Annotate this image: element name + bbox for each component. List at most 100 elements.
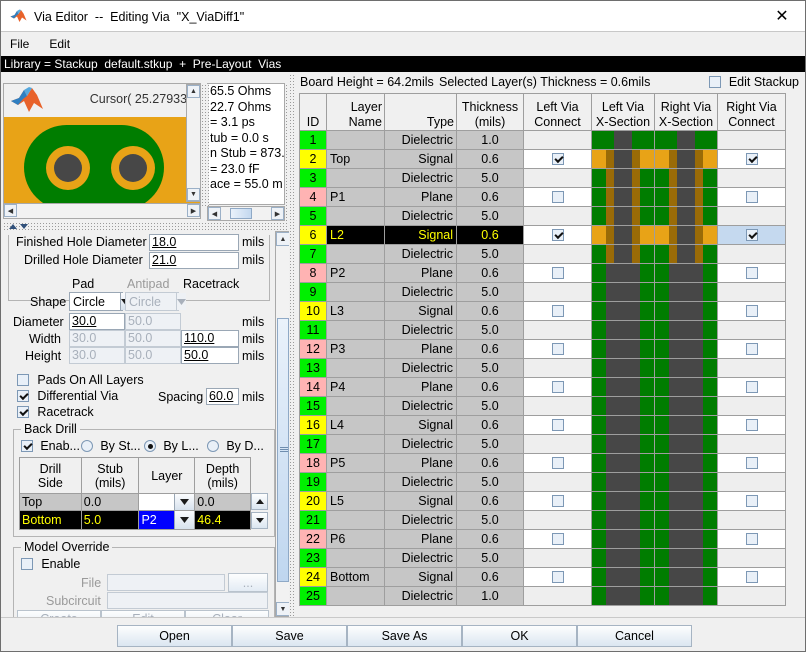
row-right-via-connect[interactable] [717, 244, 786, 264]
row-thickness[interactable]: 5.0 [456, 320, 524, 340]
row-thickness[interactable]: 5.0 [456, 434, 524, 454]
left-pane-split-handle[interactable] [3, 222, 291, 231]
row-left-via-connect[interactable] [523, 548, 592, 568]
racetrack-checkbox[interactable] [17, 406, 29, 418]
stackup-row[interactable]: 1 Dielectric 1.0 [299, 130, 786, 150]
drilled-hole-value[interactable]: 21.0 [152, 253, 176, 267]
row-layer-name[interactable]: P3 [326, 339, 385, 359]
row-left-via-connect[interactable] [523, 510, 592, 530]
row-thickness[interactable]: 0.6 [456, 263, 524, 283]
row-left-via-connect[interactable] [523, 586, 592, 606]
stackup-row[interactable]: 25 Dielectric 1.0 [299, 586, 786, 606]
layer-connect-checkbox[interactable] [745, 343, 758, 355]
row-left-via-connect[interactable] [523, 168, 592, 188]
row-right-via-connect[interactable] [717, 339, 786, 359]
edit-stackup-row[interactable]: Edit Stackup [709, 75, 799, 89]
stackup-row[interactable]: 6 L2 Signal 0.6 [299, 225, 786, 245]
racetrack-height-value[interactable]: 50.0 [184, 348, 208, 362]
row-layer-name[interactable] [326, 168, 385, 188]
row-thickness[interactable]: 0.6 [456, 567, 524, 587]
row-right-via-connect[interactable] [717, 491, 786, 511]
row-thickness[interactable]: 5.0 [456, 282, 524, 302]
scroll-down-icon[interactable]: ▼ [187, 188, 200, 201]
by-depth-radio[interactable] [207, 440, 219, 452]
racetrack-width-value[interactable]: 110.0 [184, 331, 214, 345]
stackup-row[interactable]: 13 Dielectric 5.0 [299, 358, 786, 378]
row-layer-name[interactable] [326, 206, 385, 226]
row-layer-name[interactable] [326, 434, 385, 454]
row-layer-name[interactable] [326, 510, 385, 530]
stackup-row[interactable]: 2 Top Signal 0.6 [299, 149, 786, 169]
back-drill-stub-bottom[interactable]: 5.0 [80, 510, 140, 530]
differential-via-row[interactable]: Differential Via [17, 389, 118, 403]
row-left-via-connect[interactable] [523, 244, 592, 264]
row-right-via-connect[interactable] [717, 187, 786, 207]
row-thickness[interactable]: 0.6 [456, 491, 524, 511]
row-left-via-connect[interactable] [523, 149, 592, 169]
save-button[interactable]: Save [232, 625, 347, 647]
row-thickness[interactable]: 0.6 [456, 453, 524, 473]
layer-connect-checkbox[interactable] [745, 495, 758, 507]
row-left-via-connect[interactable] [523, 453, 592, 473]
stackup-row[interactable]: 7 Dielectric 5.0 [299, 244, 786, 264]
layer-connect-checkbox[interactable] [551, 305, 564, 317]
row-layer-name[interactable] [326, 244, 385, 264]
row-right-via-connect[interactable] [717, 168, 786, 188]
row-thickness[interactable]: 5.0 [456, 168, 524, 188]
close-icon[interactable]: ✕ [759, 1, 805, 31]
save-as-button[interactable]: Save As [347, 625, 462, 647]
row-right-via-connect[interactable] [717, 358, 786, 378]
edit-button[interactable]: Edit [101, 610, 185, 617]
layer-connect-checkbox[interactable] [745, 153, 758, 165]
row-layer-name[interactable] [326, 130, 385, 150]
row-thickness[interactable]: 0.6 [456, 187, 524, 207]
layer-connect-checkbox[interactable] [551, 571, 564, 583]
layer-connect-checkbox[interactable] [745, 571, 758, 583]
row-right-via-connect[interactable] [717, 472, 786, 492]
stackup-row[interactable]: 8 P2 Plane 0.6 [299, 263, 786, 283]
stackup-row[interactable]: 23 Dielectric 5.0 [299, 548, 786, 568]
back-drill-enable-row[interactable]: Enab... [21, 439, 80, 453]
row-right-via-connect[interactable] [717, 586, 786, 606]
back-drill-stub-top[interactable]: 0.0 [80, 493, 140, 511]
scroll-left-icon[interactable]: ◀ [4, 204, 17, 217]
spinner-down-icon[interactable] [251, 512, 268, 529]
row-thickness[interactable]: 5.0 [456, 472, 524, 492]
row-thickness[interactable]: 0.6 [456, 301, 524, 321]
stackup-row[interactable]: 22 P6 Plane 0.6 [299, 529, 786, 549]
layer-connect-checkbox[interactable] [745, 267, 758, 279]
row-layer-name[interactable]: P1 [326, 187, 385, 207]
edit-stackup-checkbox[interactable] [709, 76, 722, 88]
row-left-via-connect[interactable] [523, 320, 592, 340]
row-left-via-connect[interactable] [523, 529, 592, 549]
layer-connect-checkbox[interactable] [745, 191, 758, 203]
stackup-row[interactable]: 16 L4 Signal 0.6 [299, 415, 786, 435]
menu-item-file[interactable]: File [10, 37, 29, 51]
stackup-row[interactable]: 15 Dielectric 5.0 [299, 396, 786, 416]
row-left-via-connect[interactable] [523, 339, 592, 359]
stackup-row[interactable]: 18 P5 Plane 0.6 [299, 453, 786, 473]
row-thickness[interactable]: 5.0 [456, 206, 524, 226]
layer-connect-checkbox[interactable] [551, 457, 564, 469]
row-right-via-connect[interactable] [717, 320, 786, 340]
menu-item-edit[interactable]: Edit [49, 37, 70, 51]
model-override-enable-checkbox[interactable] [21, 558, 33, 570]
spacing-value[interactable]: 60.0 [209, 389, 233, 403]
stackup-row[interactable]: 12 P3 Plane 0.6 [299, 339, 786, 359]
layer-connect-checkbox[interactable] [551, 267, 564, 279]
back-drill-row-top[interactable]: Top 0.0 0.0 [19, 493, 251, 511]
row-layer-name[interactable]: P2 [326, 263, 385, 283]
params-scroll-thumb[interactable] [277, 318, 289, 582]
graphic-horizontal-scrollbar[interactable]: ◀ ▶ [3, 203, 201, 219]
params-scroll-down-icon[interactable]: ▼ [276, 602, 290, 616]
subcircuit-input[interactable] [107, 592, 268, 609]
header-layer-name[interactable]: Layer Name [326, 93, 385, 131]
row-layer-name[interactable] [326, 472, 385, 492]
header-thickness[interactable]: Thickness (mils) [456, 93, 524, 131]
row-right-via-connect[interactable] [717, 263, 786, 283]
row-left-via-connect[interactable] [523, 187, 592, 207]
row-right-via-connect[interactable] [717, 453, 786, 473]
row-right-via-connect[interactable] [717, 567, 786, 587]
row-left-via-connect[interactable] [523, 358, 592, 378]
row-right-via-connect[interactable] [717, 225, 786, 245]
